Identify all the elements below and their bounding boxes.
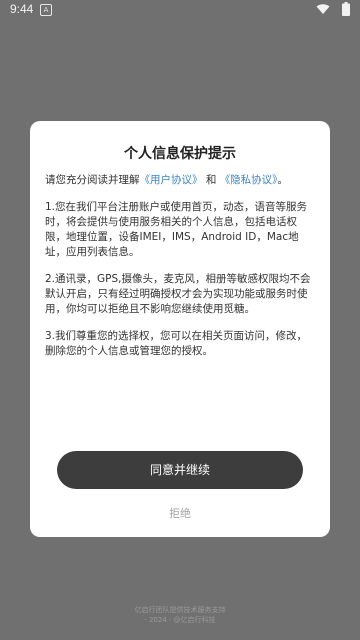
intro-suffix: 。 xyxy=(277,174,288,186)
notification-icon: A xyxy=(40,4,52,16)
reject-button[interactable]: 拒绝 xyxy=(30,505,330,521)
dialog-title: 个人信息保护提示 xyxy=(124,146,236,162)
user-agreement-link[interactable]: 《用户协议》 xyxy=(140,174,203,186)
intro-prefix: 请您充分阅读并理解 xyxy=(45,174,140,186)
paragraph-2: 2.通讯录，GPS,摄像头，麦克风，相册等敏感权限均不会默认开启，只有经过明确授… xyxy=(45,273,311,315)
privacy-agreement-link[interactable]: 《隐私协议》 xyxy=(220,174,278,186)
privacy-dialog: 个人信息保护提示 请您充分阅读并理解《用户协议》 和 《隐私协议》。 1.您在我… xyxy=(30,121,330,537)
battery-icon xyxy=(342,2,350,16)
footer: 亿启行团队提供技术服务支持 · 2024 · @亿启行科技 xyxy=(0,605,360,625)
intro-text: 请您充分阅读并理解《用户协议》 和 《隐私协议》。 xyxy=(45,173,315,188)
status-time: 9:44 xyxy=(10,2,34,16)
status-bar: 9:44 A xyxy=(0,0,360,20)
paragraph-3: 3.我们尊重您的选择权，您可以在相关页面访问，修改，删除您的个人信息或管理您的授… xyxy=(45,330,308,357)
wifi-icon xyxy=(316,4,330,14)
agree-continue-button[interactable]: 同意并继续 xyxy=(57,451,303,489)
dialog-body: 请您充分阅读并理解《用户协议》 和 《隐私协议》。 1.您在我们平台注册账户或使… xyxy=(45,173,315,371)
footer-line-2: · 2024 · @亿启行科技 xyxy=(144,616,216,624)
paragraph-1: 1.您在我们平台注册账户或使用首页，动态，语音等服务时，将会提供与使用服务相关的… xyxy=(45,201,308,258)
intro-and: 和 xyxy=(202,174,220,186)
footer-line-1: 亿启行团队提供技术服务支持 xyxy=(134,606,226,614)
